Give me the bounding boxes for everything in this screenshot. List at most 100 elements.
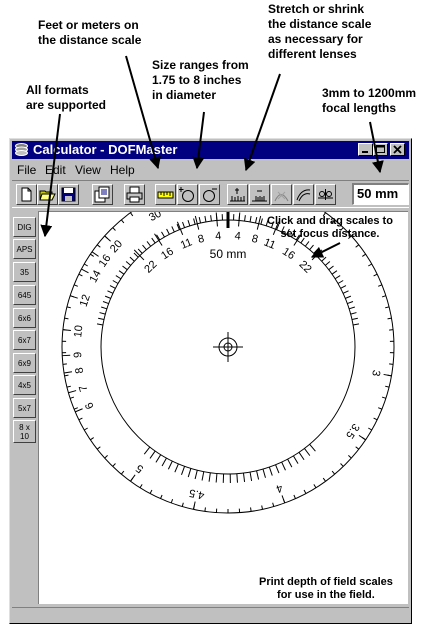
enlarge-scale-button[interactable] — [177, 184, 198, 205]
distance-minor-tick — [362, 437, 366, 441]
title-bar[interactable]: Calculator - DOFMaster — [12, 141, 409, 159]
aperture-minor-tick — [210, 215, 212, 222]
distance-minor-tick — [160, 494, 163, 499]
stretch-scale-button[interactable] — [227, 184, 248, 205]
aperture-minor-tick — [238, 214, 241, 221]
menu-view[interactable]: View — [75, 163, 101, 177]
close-icon — [393, 145, 402, 154]
open-button[interactable] — [37, 184, 58, 205]
distance-minor-tick — [378, 284, 383, 287]
distance-minor-tick — [261, 505, 264, 510]
aperture-label: 4 — [215, 230, 222, 242]
curve-icon — [274, 191, 289, 202]
open-folder-icon — [39, 190, 56, 201]
format-button-6x6[interactable]: 6x6 — [13, 308, 36, 328]
aperture-minor-tick — [281, 226, 285, 233]
inner-bottom-tick — [208, 472, 211, 482]
format-button-6x9[interactable]: 6x9 — [13, 353, 36, 373]
maximize-button[interactable] — [373, 143, 388, 156]
aperture-minor-tick — [204, 215, 207, 223]
distance-minor-tick — [130, 212, 134, 217]
format-button-4x5[interactable]: 4x5 — [13, 375, 36, 395]
distance-minor-tick — [331, 219, 336, 224]
aperture-label: 16 — [280, 246, 297, 263]
copy-button[interactable] — [92, 184, 113, 205]
aperture-minor-tick — [291, 231, 295, 238]
inner-bottom-tick — [215, 473, 218, 483]
inner-bottom-tick — [187, 468, 192, 478]
inner-bottom-tick — [287, 458, 293, 468]
aperture-minor-tick — [187, 220, 191, 227]
aperture-minor-tick — [129, 256, 135, 262]
aperture-label: 8 — [250, 233, 259, 246]
distance-tick — [63, 371, 73, 374]
distance-minor-tick — [387, 317, 392, 320]
aperture-minor-tick — [122, 265, 128, 271]
menu-help[interactable]: Help — [110, 163, 135, 177]
hyperfocal-button[interactable] — [315, 184, 336, 205]
aperture-tick — [194, 215, 200, 230]
menu-file[interactable]: File — [17, 163, 36, 177]
distance-minor-tick — [322, 477, 326, 482]
aperture-minor-tick — [142, 244, 147, 251]
aperture-minor-tick — [309, 244, 314, 251]
close-button[interactable] — [390, 143, 405, 156]
enlarge-scale-icon — [179, 187, 194, 202]
distance-minor-tick — [69, 396, 75, 399]
distance-minor-tick — [120, 219, 125, 224]
aperture-tick — [256, 215, 262, 230]
distance-minor-tick — [355, 244, 360, 248]
inner-bottom-tick — [262, 468, 266, 478]
dof-dial[interactable]: 33.544.55678910121416203050100∞feet22161… — [39, 212, 408, 604]
copy-icon — [94, 186, 110, 203]
format-button-6x7[interactable]: 6x7 — [13, 330, 36, 350]
format-button-8x10[interactable]: 8 x 10 — [13, 420, 36, 443]
save-button[interactable] — [58, 184, 79, 205]
aperture-minor-tick — [109, 285, 116, 289]
aperture-minor-tick — [286, 228, 290, 235]
print-button[interactable] — [124, 184, 145, 205]
format-button-dig[interactable]: DIG — [13, 217, 36, 237]
curve-button[interactable] — [271, 184, 292, 205]
aperture-minor-tick — [151, 237, 156, 244]
lens-focal-label: 50 mm — [210, 247, 247, 261]
distance-label: 3.5 — [343, 421, 362, 440]
format-bar: DIG APS 35 645 6x6 6x7 6x9 4x5 5x7 8 x 1… — [13, 211, 36, 603]
dof-calculator-canvas[interactable]: Click and drag scales to set focus dista… — [38, 211, 408, 604]
distance-minor-tick — [340, 463, 344, 467]
aperture-minor-tick — [171, 226, 175, 233]
format-button-35[interactable]: 35 — [13, 262, 36, 282]
inner-bottom-tick — [292, 455, 299, 464]
aperture-minor-tick — [118, 270, 125, 275]
callout-distance-scale: Feet or meters on the distance scale — [38, 18, 142, 47]
distance-minor-tick — [112, 463, 116, 467]
inner-bottom-tick — [256, 470, 260, 480]
aperture-label: 11 — [262, 236, 277, 251]
distance-minor-tick — [368, 263, 373, 267]
print-icon — [126, 186, 143, 203]
menu-edit[interactable]: Edit — [45, 163, 66, 177]
inner-bottom-tick — [275, 464, 280, 474]
aperture-minor-tick — [342, 290, 349, 294]
format-button-5x7[interactable]: 5x7 — [13, 398, 36, 418]
focal-length-field[interactable]: 50 mm — [352, 183, 409, 205]
window-title: Calculator - DOFMaster — [33, 142, 178, 157]
format-button-645[interactable]: 645 — [13, 285, 36, 305]
distance-minor-tick — [69, 295, 75, 298]
compress-scale-button[interactable] — [249, 184, 270, 205]
new-button[interactable] — [16, 184, 37, 205]
distance-label: 9 — [72, 351, 84, 358]
distance-label: 10 — [72, 325, 85, 338]
ruler-units-button[interactable] — [155, 184, 176, 205]
callout-formats: All formats are supported — [26, 83, 107, 112]
distance-minor-tick — [73, 284, 78, 287]
minimize-button[interactable] — [358, 143, 373, 156]
shrink-scale-button[interactable] — [199, 184, 220, 205]
distance-minor-tick — [96, 446, 101, 450]
dofmaster-window: Calculator - DOFMaster File Edit View He… — [9, 138, 412, 624]
distance-label: 14 — [87, 268, 103, 284]
aperture-label: 16 — [159, 246, 176, 263]
distance-tick — [68, 390, 77, 394]
format-button-aps[interactable]: APS — [13, 239, 36, 259]
reverse-curve-button[interactable] — [293, 184, 314, 205]
